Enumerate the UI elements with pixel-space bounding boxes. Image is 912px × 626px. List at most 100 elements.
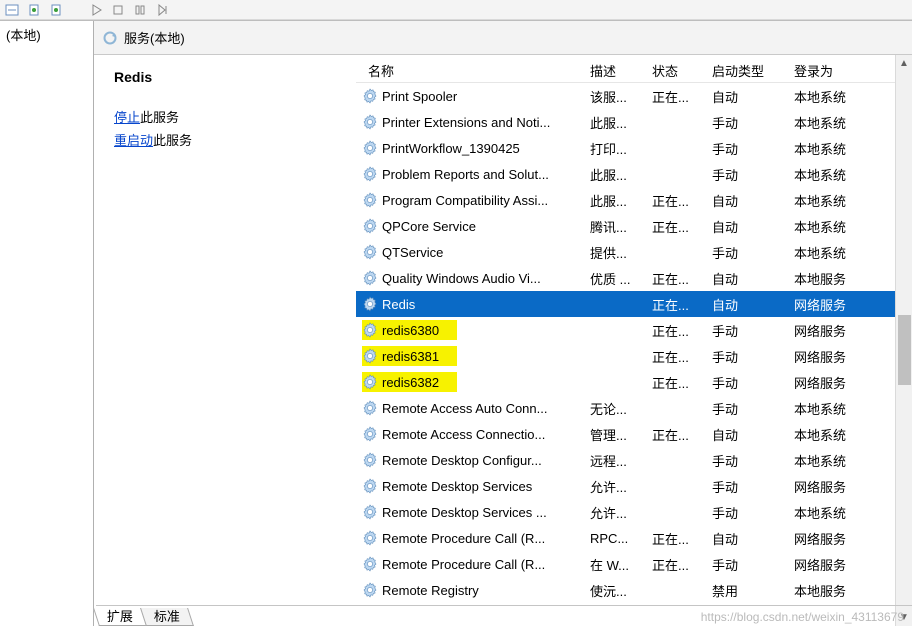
tab-standard[interactable]: 标准 xyxy=(140,608,194,626)
gear-icon xyxy=(362,348,378,364)
service-desc: 此服... xyxy=(582,113,644,132)
play-icon[interactable] xyxy=(88,2,104,18)
gear-icon xyxy=(362,322,378,338)
bottom-tabs: 扩展 标准 xyxy=(96,606,190,626)
service-startup: 手动 xyxy=(704,243,786,262)
service-desc: 此服... xyxy=(582,191,644,210)
service-startup: 自动 xyxy=(704,529,786,548)
service-logon: 本地系统 xyxy=(786,113,912,132)
gear-icon xyxy=(362,400,378,416)
service-startup: 自动 xyxy=(704,425,786,444)
service-row[interactable]: Remote Desktop Services ...允许...手动本地系统 xyxy=(356,499,912,525)
service-logon: 本地系统 xyxy=(786,139,912,158)
restart-icon[interactable] xyxy=(154,2,170,18)
service-name: Problem Reports and Solut... xyxy=(382,167,549,182)
gear-icon xyxy=(362,114,378,130)
stop-link[interactable]: 停止 xyxy=(114,110,140,125)
list-header-bar: 服务(本地) xyxy=(94,21,912,55)
col-state[interactable]: 状态 xyxy=(644,61,704,80)
service-desc: 打印... xyxy=(582,139,644,158)
service-startup: 手动 xyxy=(704,347,786,366)
service-logon: 网络服务 xyxy=(786,555,912,574)
service-status: 正在... xyxy=(644,295,704,314)
col-name[interactable]: 名称 xyxy=(356,61,582,80)
service-logon: 网络服务 xyxy=(786,295,912,314)
service-status: 正在... xyxy=(644,529,704,548)
service-row[interactable]: Program Compatibility Assi...此服...正在...自… xyxy=(356,187,912,213)
gear-icon xyxy=(362,530,378,546)
service-desc: 使沅... xyxy=(582,581,644,600)
gear-icon xyxy=(362,166,378,182)
gear-icon xyxy=(362,478,378,494)
service-row[interactable]: Print Spooler该服...正在...自动本地系统 xyxy=(356,83,912,109)
service-name: Printer Extensions and Noti... xyxy=(382,115,550,130)
service-row[interactable]: Remote Desktop Services允许...手动网络服务 xyxy=(356,473,912,499)
service-logon: 网络服务 xyxy=(786,477,912,496)
tree-root-local[interactable]: (本地) xyxy=(6,28,41,43)
service-logon: 网络服务 xyxy=(786,347,912,366)
scroll-thumb[interactable] xyxy=(898,315,911,385)
col-start[interactable]: 启动类型 xyxy=(704,61,786,80)
service-row[interactable]: Remote Access Auto Conn...无论...手动本地系统 xyxy=(356,395,912,421)
service-desc: 优质 ... xyxy=(582,269,644,288)
service-row[interactable]: Quality Windows Audio Vi...优质 ...正在...自动… xyxy=(356,265,912,291)
tab-extended[interactable]: 扩展 xyxy=(93,608,147,626)
service-status: 正在... xyxy=(644,373,704,392)
service-logon: 本地系统 xyxy=(786,451,912,470)
service-desc: 该服... xyxy=(582,87,644,106)
service-row[interactable]: redis6381正在...手动网络服务 xyxy=(356,343,912,369)
toolbar-icon-3[interactable] xyxy=(48,2,64,18)
service-startup: 手动 xyxy=(704,477,786,496)
service-row[interactable]: Remote Access Connectio...管理...正在...自动本地… xyxy=(356,421,912,447)
gear-icon xyxy=(362,244,378,260)
gear-icon xyxy=(362,296,378,312)
service-name: Remote Registry xyxy=(382,583,479,598)
service-status: 正在... xyxy=(644,191,704,210)
col-desc[interactable]: 描述 xyxy=(582,61,644,80)
service-row[interactable]: Remote Procedure Call (R...RPC...正在...自动… xyxy=(356,525,912,551)
service-name: Remote Desktop Services ... xyxy=(382,505,547,520)
service-name: redis6380 xyxy=(382,323,439,338)
toolbar-icon-2[interactable] xyxy=(26,2,42,18)
service-row[interactable]: QTService提供...手动本地系统 xyxy=(356,239,912,265)
tree-pane: (本地) xyxy=(0,21,94,626)
actions-panel: Redis 停止此服务 重启动此服务 xyxy=(94,55,356,626)
column-headers: 名称 描述 状态 启动类型 登录为 xyxy=(356,55,912,83)
service-row[interactable]: QPCore Service腾讯...正在...自动本地系统 xyxy=(356,213,912,239)
service-row[interactable]: Remote Registry使沅...禁用本地服务 xyxy=(356,577,912,603)
service-row[interactable]: Printer Extensions and Noti...此服...手动本地系… xyxy=(356,109,912,135)
refresh-icon[interactable] xyxy=(102,30,118,46)
restart-link[interactable]: 重启动 xyxy=(114,133,153,148)
scrollbar[interactable]: ▲ ▼ xyxy=(895,55,912,626)
service-row[interactable]: redis6382正在...手动网络服务 xyxy=(356,369,912,395)
service-name: Remote Access Connectio... xyxy=(382,427,545,442)
toolbar-icon-1[interactable] xyxy=(4,2,20,18)
pause-icon[interactable] xyxy=(132,2,148,18)
service-startup: 禁用 xyxy=(704,581,786,600)
service-name: QTService xyxy=(382,245,443,260)
stop-suffix: 此服务 xyxy=(140,110,179,125)
service-startup: 手动 xyxy=(704,399,786,418)
service-row[interactable]: Remote Procedure Call (R...在 W...正在...手动… xyxy=(356,551,912,577)
gear-icon xyxy=(362,88,378,104)
service-row[interactable]: redis6380正在...手动网络服务 xyxy=(356,317,912,343)
service-startup: 手动 xyxy=(704,503,786,522)
service-row[interactable]: Redis正在...自动网络服务 xyxy=(356,291,912,317)
service-name: Print Spooler xyxy=(382,89,457,104)
bottom-separator xyxy=(96,605,912,606)
col-logon[interactable]: 登录为 xyxy=(786,61,912,80)
service-name: Remote Access Auto Conn... xyxy=(382,401,547,416)
service-logon: 本地系统 xyxy=(786,425,912,444)
scroll-up-icon[interactable]: ▲ xyxy=(896,55,912,72)
stop-icon[interactable] xyxy=(110,2,126,18)
service-logon: 本地系统 xyxy=(786,217,912,236)
service-row[interactable]: PrintWorkflow_1390425打印...手动本地系统 xyxy=(356,135,912,161)
service-logon: 本地系统 xyxy=(786,191,912,210)
service-logon: 本地系统 xyxy=(786,165,912,184)
service-row[interactable]: Problem Reports and Solut...此服...手动本地系统 xyxy=(356,161,912,187)
service-name: Remote Desktop Services xyxy=(382,479,532,494)
gear-icon xyxy=(362,140,378,156)
gear-icon xyxy=(362,556,378,572)
service-desc: 腾讯... xyxy=(582,217,644,236)
service-row[interactable]: Remote Desktop Configur...远程...手动本地系统 xyxy=(356,447,912,473)
